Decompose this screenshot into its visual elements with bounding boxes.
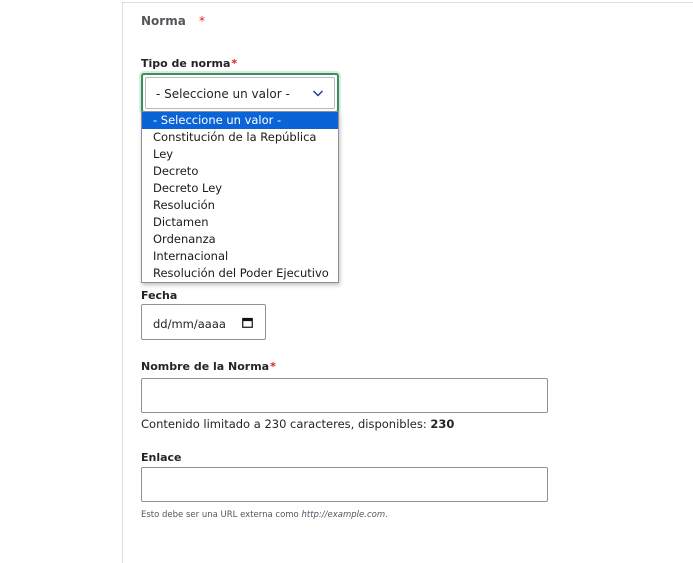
nombre-norma-input[interactable] <box>141 378 548 413</box>
dropdown-option[interactable]: Dictamen <box>142 214 338 231</box>
tipo-norma-dropdown-list: - Seleccione un valor - Constitución de … <box>141 111 339 283</box>
nombre-norma-label: Nombre de la Norma* <box>141 360 276 373</box>
fecha-label: Fecha <box>141 289 178 302</box>
chevron-down-icon <box>313 90 323 97</box>
dropdown-option[interactable]: Resolución <box>142 197 338 214</box>
example-url: http://example.com <box>301 510 386 520</box>
tipo-norma-label: Tipo de norma* <box>141 57 238 70</box>
enlace-input[interactable] <box>141 467 548 502</box>
required-mark: * <box>270 360 276 373</box>
dropdown-option[interactable]: Constitución de la República <box>142 129 338 146</box>
select-inner: - Seleccione un valor - <box>145 77 335 109</box>
section-title: Norma <box>141 14 186 28</box>
dropdown-option[interactable]: Internacional <box>142 248 338 265</box>
fecha-date-input[interactable]: dd/mm/aaaa <box>141 304 266 340</box>
dropdown-option[interactable]: - Seleccione un valor - <box>142 112 338 129</box>
calendar-icon[interactable] <box>242 317 253 328</box>
dropdown-option[interactable]: Decreto <box>142 163 338 180</box>
enlace-description: Esto debe ser una URL externa como http:… <box>141 510 388 520</box>
select-value: - Seleccione un valor - <box>156 87 290 101</box>
date-placeholder: dd/mm/aaaa <box>153 317 226 331</box>
remaining-count: 230 <box>430 417 455 431</box>
dropdown-option[interactable]: Ordenanza <box>142 231 338 248</box>
nombre-norma-help: Contenido limitado a 230 caracteres, dis… <box>141 417 455 431</box>
dropdown-option[interactable]: Ley <box>142 146 338 163</box>
required-mark: * <box>231 57 238 70</box>
dropdown-option[interactable]: Decreto Ley <box>142 180 338 197</box>
section-required-mark: * <box>199 14 205 28</box>
enlace-label: Enlace <box>141 451 182 464</box>
tipo-norma-select[interactable]: - Seleccione un valor - <box>141 73 339 113</box>
dropdown-option[interactable]: Resolución del Poder Ejecutivo <box>142 265 338 282</box>
